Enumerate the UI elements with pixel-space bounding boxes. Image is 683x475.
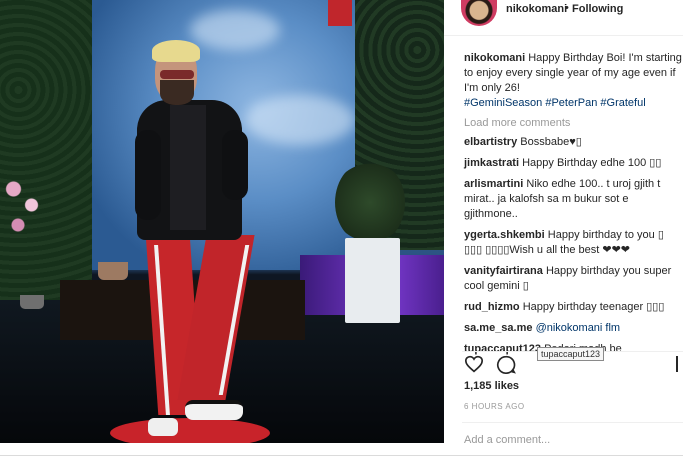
caption-username[interactable]: nikokomani xyxy=(464,52,525,64)
comment-text: Happy Birthday edhe 100 ▯▯ xyxy=(522,157,662,169)
comment-list: nikokomani Happy Birthday Boi! I'm start… xyxy=(464,51,683,357)
person-hair xyxy=(152,40,200,62)
comment-item: jimkastrati Happy Birthday edhe 100 ▯▯ xyxy=(464,156,683,171)
heart-icon[interactable] xyxy=(464,355,484,376)
person-shirt xyxy=(170,105,206,230)
comment-username[interactable]: elbartistry xyxy=(464,136,517,148)
comment-username[interactable]: jimkastrati xyxy=(464,157,519,169)
photo-hedge xyxy=(0,0,92,300)
hashtag-link[interactable]: #Grateful xyxy=(600,97,645,109)
post-timestamp: 6 HOURS AGO xyxy=(464,402,525,411)
username-tooltip: tupaccaput123 xyxy=(537,347,605,361)
comment-text[interactable]: @nikokomani flm xyxy=(536,322,621,334)
person-arm xyxy=(222,130,248,200)
comment-username[interactable]: arlismartini xyxy=(464,178,523,190)
comment-username[interactable]: sa.me_sa.me xyxy=(464,322,533,334)
instagram-post-view: nikokomani • Following nikokomani Happy … xyxy=(0,0,683,475)
comment-item: arlismartini Niko edhe 100.. t uroj gjit… xyxy=(464,177,683,222)
hashtag-link[interactable]: #PeterPan xyxy=(545,97,597,109)
hashtag-link[interactable]: #GeminiSeason xyxy=(464,97,542,109)
following-button[interactable]: Following xyxy=(572,3,623,15)
comment-username[interactable]: vanityfairtirana xyxy=(464,265,543,277)
add-comment-bar xyxy=(462,422,683,454)
person-glasses xyxy=(160,70,194,79)
photo-light xyxy=(328,0,352,26)
header-username[interactable]: nikokomani xyxy=(506,3,567,15)
person-beard xyxy=(160,80,194,105)
comment-item: elbartistry Bossbabe♥▯ xyxy=(464,135,683,150)
photo-cloud xyxy=(190,10,280,50)
post-header: nikokomani • Following xyxy=(444,0,683,36)
bookmark-icon[interactable] xyxy=(676,356,682,372)
person-shoe xyxy=(185,400,243,420)
comment-item: vanityfairtirana Happy birthday you supe… xyxy=(464,264,683,294)
comment-username[interactable]: ygerta.shkembi xyxy=(464,229,545,241)
comment-icon[interactable] xyxy=(496,355,516,377)
photo-cloud xyxy=(245,95,355,145)
load-more-comments-link[interactable]: Load more comments xyxy=(464,117,683,129)
comment-item: rud_hizmo Happy birthday teenager ▯▯▯ xyxy=(464,300,683,315)
photo-stage-mark xyxy=(110,418,270,443)
avatar[interactable] xyxy=(461,0,497,26)
person-shoe xyxy=(148,418,178,436)
photo-pot xyxy=(20,295,44,309)
photo-vase xyxy=(345,238,400,323)
photo-pot xyxy=(98,262,128,280)
add-comment-input[interactable] xyxy=(464,431,674,449)
person-arm xyxy=(135,130,161,220)
divider xyxy=(0,455,683,456)
comment-item: sa.me_sa.me @nikokomani flm xyxy=(464,321,683,336)
comment-text: Happy birthday teenager ▯▯▯ xyxy=(522,301,665,313)
comment-username[interactable]: rud_hizmo xyxy=(464,301,520,313)
header-separator: • xyxy=(565,2,569,14)
post-photo[interactable] xyxy=(0,0,444,443)
comment-text: Bossbabe♥▯ xyxy=(520,136,582,148)
photo-flowers xyxy=(0,165,45,245)
photo-plant xyxy=(335,160,405,245)
comment-item: ygerta.shkembi Happy birthday to you ▯ ▯… xyxy=(464,228,683,258)
like-count[interactable]: 1,185 likes xyxy=(464,380,519,392)
post-caption: nikokomani Happy Birthday Boi! I'm start… xyxy=(464,51,683,111)
post-side-panel: nikokomani • Following nikokomani Happy … xyxy=(444,0,683,475)
